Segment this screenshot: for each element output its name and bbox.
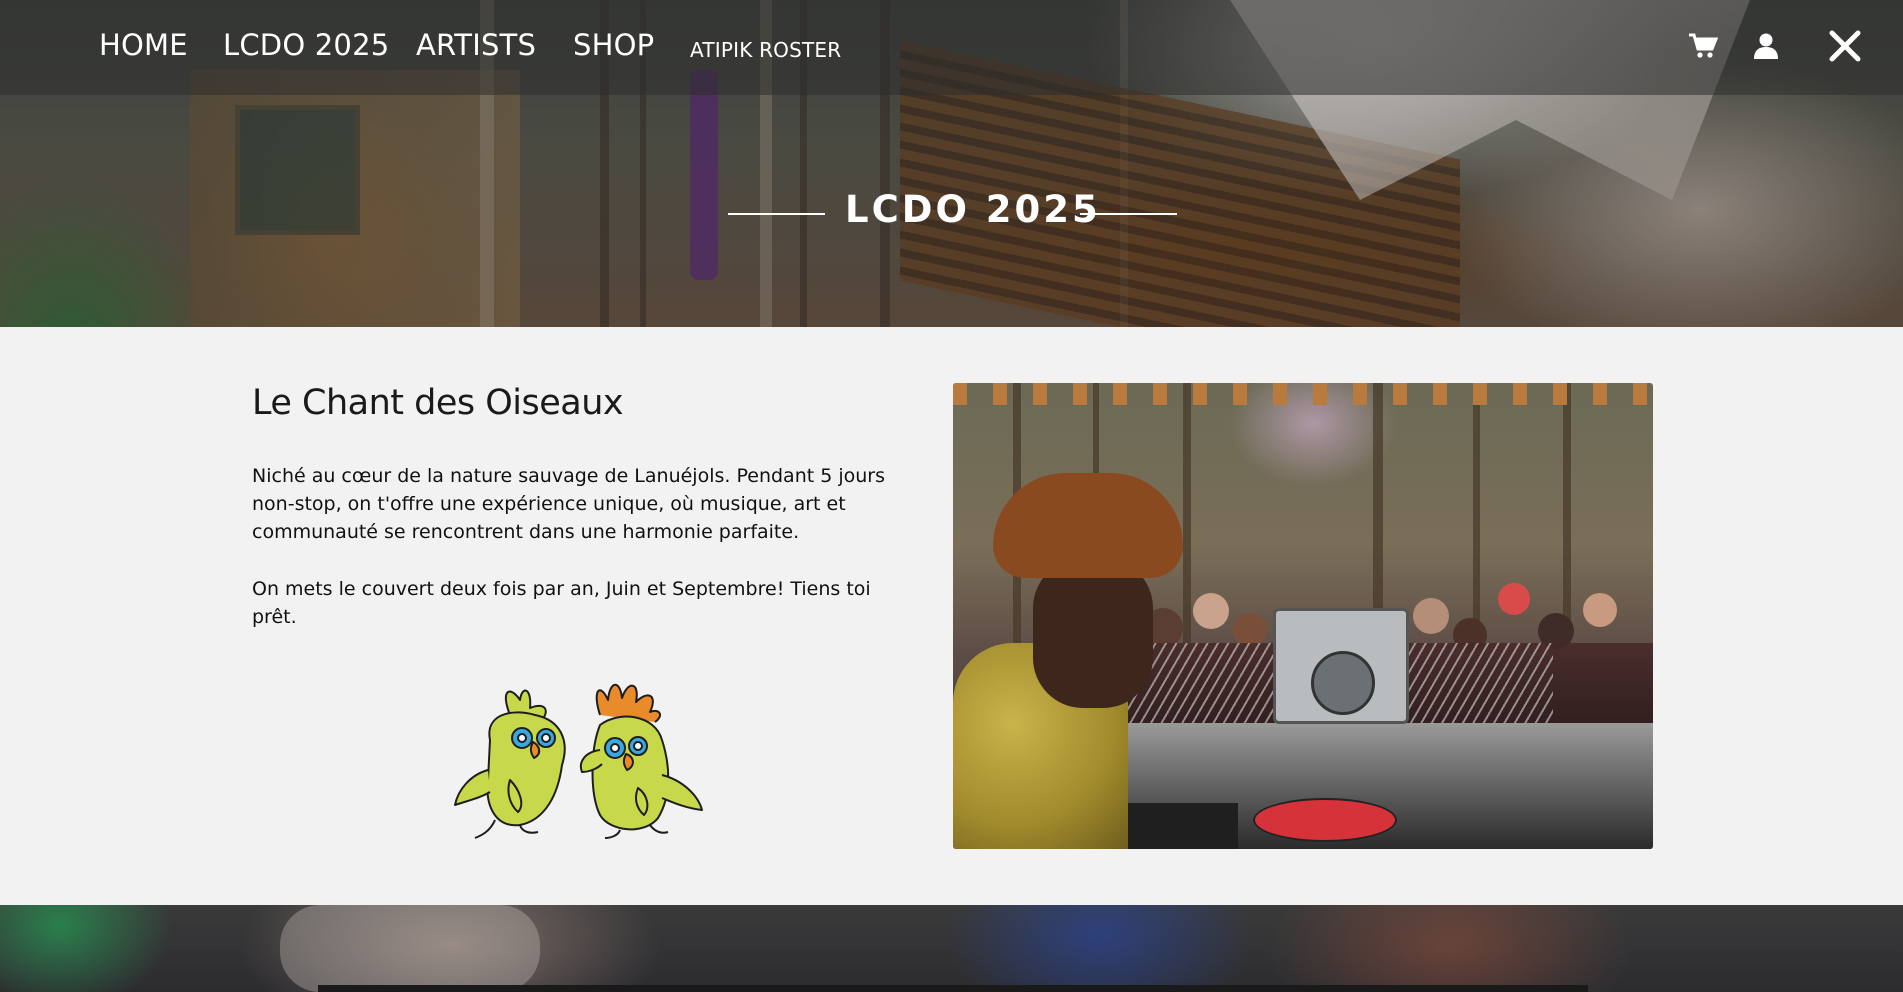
crowd-person [1233,613,1267,647]
top-navigation: HOME LCDO 2025 ARTISTS SHOP ATIPIK ROSTE… [0,0,1903,95]
cart-icon[interactable] [1688,32,1719,60]
nav-home[interactable]: HOME [99,31,188,60]
crowd-person [1583,593,1617,627]
photo-wind-chimes [953,383,1653,405]
birds-illustration [450,680,720,840]
cdj-player [1273,608,1409,724]
crowd-person [1193,593,1229,629]
next-section-banner [0,905,1903,992]
hero-title-line-right [1080,213,1177,215]
dj-bucket-hat [993,473,1183,578]
banner-bottom-bar [318,985,1588,992]
dj-mixer [1118,803,1238,849]
banner-background-shape [280,905,540,992]
hero-title-line-left [728,213,825,215]
nav-lcdo-2025[interactable]: LCDO 2025 [223,31,389,60]
dj-head [1033,558,1153,708]
photo-tree [1183,383,1191,643]
close-icon[interactable] [1829,30,1861,62]
photo-tree [1373,383,1383,643]
vinyl-record [1253,798,1397,842]
photo-tree [1473,383,1480,643]
user-icon[interactable] [1754,32,1778,60]
intro-paragraph: On mets le couvert deux fois par an, Jui… [252,578,871,628]
nav-atipik-roster[interactable]: ATIPIK ROSTER [690,40,841,60]
intro-paragraph: Niché au cœur de la nature sauvage de La… [252,465,886,543]
festival-photo [953,383,1653,849]
nav-artists[interactable]: ARTISTS [416,31,536,60]
photo-tree [1563,383,1571,643]
page-title: LCDO 2025 [845,188,1101,231]
section-title: Le Chant des Oiseaux [252,383,624,423]
jog-wheel [1311,651,1375,715]
crowd-person [1413,598,1449,634]
nav-shop[interactable]: SHOP [573,31,654,60]
crowd-person [1498,583,1530,615]
